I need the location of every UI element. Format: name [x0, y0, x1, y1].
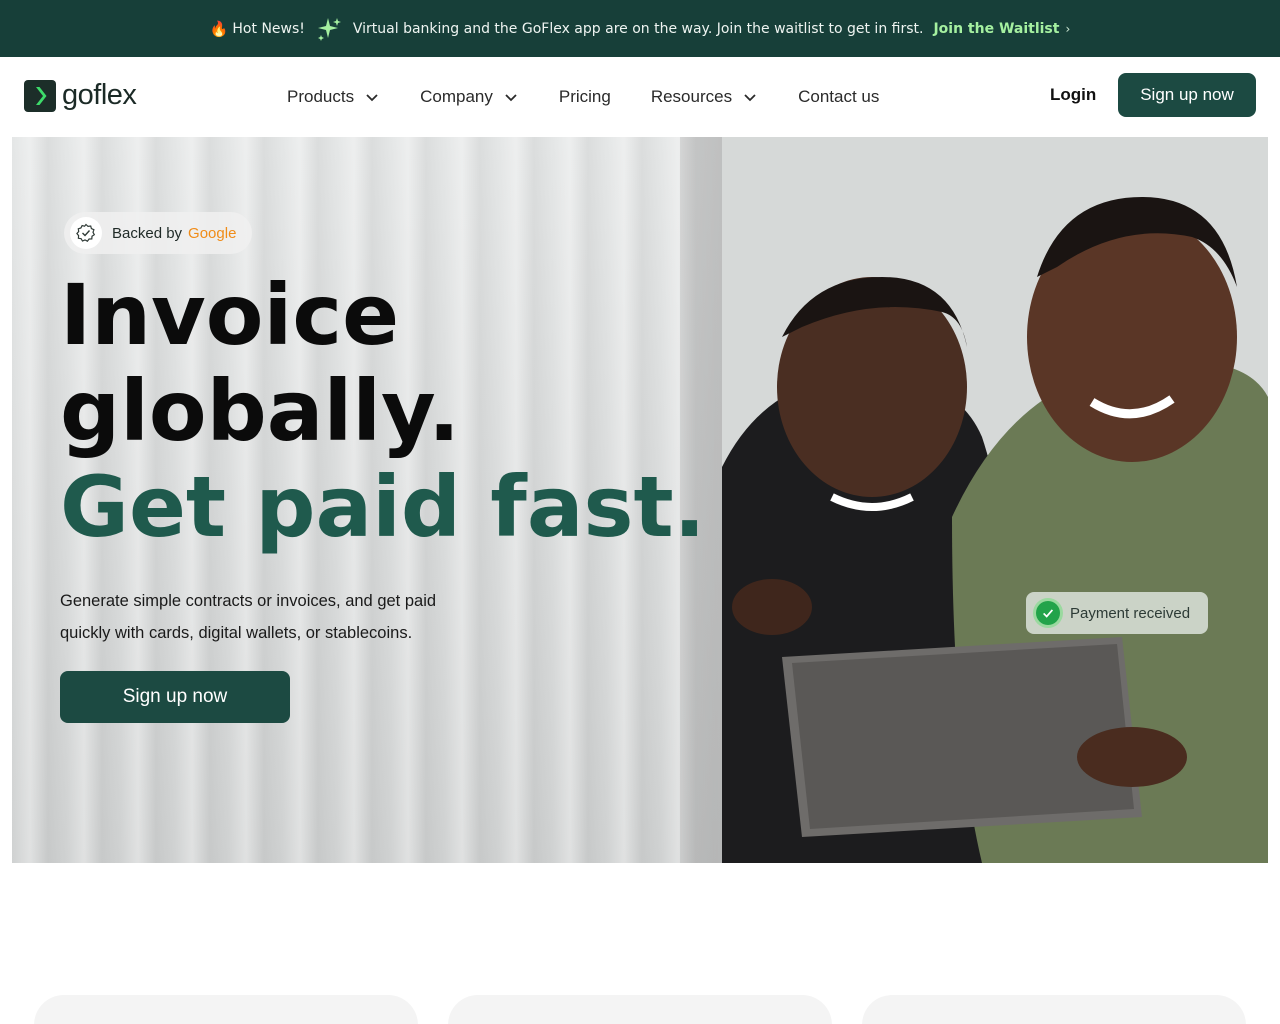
nav-item-pricing[interactable]: Pricing: [559, 87, 611, 107]
nav-item-products[interactable]: Products: [287, 87, 380, 107]
feature-card: [448, 995, 832, 1024]
logo[interactable]: goflex: [24, 79, 137, 112]
chevron-down-icon: [366, 94, 378, 102]
hero-subtext-line-2: quickly with cards, digital wallets, or …: [60, 624, 413, 642]
announcement-bar: 🔥 Hot News! Virtual banking and the GoFl…: [0, 0, 1280, 57]
badge-prefix: Backed by: [112, 224, 183, 242]
nav-item-contact[interactable]: Contact us: [798, 87, 879, 107]
chevron-down-icon: [505, 94, 517, 102]
backed-by-badge: Backed by Google: [64, 212, 253, 254]
main-nav: Products Company Pricing Resources Conta…: [287, 57, 919, 137]
feature-card: [862, 995, 1246, 1024]
hero-photo: [722, 137, 1268, 863]
fire-icon: 🔥: [209, 19, 229, 38]
nav-item-label: Contact us: [798, 87, 880, 106]
feature-card: [34, 995, 418, 1024]
badge-brand: Google: [188, 224, 237, 242]
nav-item-label: Pricing: [558, 87, 611, 106]
nav-item-label: Resources: [650, 87, 733, 106]
hot-news-label: Hot News!: [232, 20, 305, 37]
hero-photo-illustration: [722, 137, 1268, 863]
announcement-message: Virtual banking and the GoFlex app are o…: [352, 20, 924, 37]
join-waitlist-link[interactable]: Join the Waitlist ›: [933, 21, 1070, 37]
feature-cards-row: [0, 995, 1280, 1024]
login-link[interactable]: Login: [1050, 85, 1096, 105]
headline-line-1: Invoice: [60, 266, 400, 364]
nav-item-label: Products: [287, 87, 355, 106]
logo-mark-icon: [24, 79, 56, 112]
nav-item-resources[interactable]: Resources: [651, 87, 758, 107]
chevron-right-icon: ›: [1065, 21, 1071, 36]
nav-item-company[interactable]: Company: [420, 87, 519, 107]
chevron-down-icon: [744, 94, 756, 102]
sparkle-icon: [315, 15, 343, 43]
nav-item-label: Company: [420, 87, 493, 106]
hero-section: Backed by Google Invoice globally. Get p…: [12, 137, 1268, 863]
site-header: goflex Products Company Pricing Resource…: [0, 57, 1280, 137]
payment-received-toast: Payment received: [1026, 592, 1208, 634]
check-circle-icon: [1036, 601, 1060, 625]
signup-button-header[interactable]: Sign up now: [1118, 73, 1256, 117]
verified-check-icon: [70, 217, 102, 249]
hero-subtext-line-1: Generate simple contracts or invoices, a…: [60, 592, 437, 610]
logo-text: goflex: [62, 79, 137, 111]
headline-line-2: globally.: [60, 362, 460, 460]
headline-line-3: Get paid fast.: [60, 458, 706, 556]
toast-label: Payment received: [1070, 604, 1191, 622]
hero-subtext: Generate simple contracts or invoices, a…: [60, 585, 520, 649]
join-waitlist-label: Join the Waitlist: [933, 20, 1060, 37]
signup-button-hero[interactable]: Sign up now: [60, 671, 290, 723]
